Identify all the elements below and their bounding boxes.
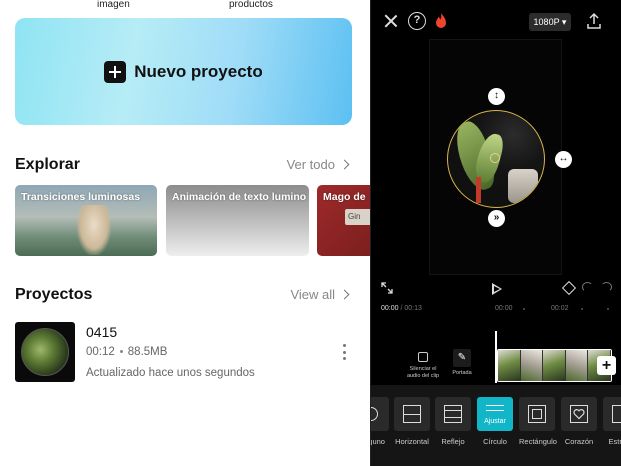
home-panel: imagen productos Nuevo proyecto Explorar… xyxy=(0,0,370,466)
mask-center-handle[interactable] xyxy=(490,153,500,163)
video-clip-track[interactable] xyxy=(497,349,612,382)
explore-card-text-animation[interactable]: Animación de texto lumino xyxy=(166,185,309,256)
project-meta: 00:12 88.5MB xyxy=(86,346,167,358)
project-name: 0415 xyxy=(86,324,118,340)
mask-option-circle[interactable]: Ajustar Círculo xyxy=(477,397,513,446)
mask-option-star[interactable]: Estrella xyxy=(603,397,621,446)
rectangle-mask-icon xyxy=(519,397,555,431)
resolution-button[interactable]: 1080P ▾ xyxy=(529,13,571,31)
none-icon xyxy=(371,397,389,431)
chevron-right-icon xyxy=(339,159,350,170)
card-thumbnail xyxy=(77,205,111,255)
more-options-icon[interactable] xyxy=(341,344,347,360)
mask-label: Ninguno xyxy=(371,437,385,446)
ruler-tick: 00:02 xyxy=(551,305,569,312)
shortcut-label-imagen[interactable]: imagen xyxy=(97,0,130,10)
ruler-dot xyxy=(607,308,609,310)
mask-option-horizontal[interactable]: Horizontal xyxy=(394,397,430,446)
mask-label: Horizontal xyxy=(395,437,429,446)
redo-icon[interactable] xyxy=(601,282,612,292)
adjust-icon: Ajustar xyxy=(477,397,513,431)
current-time: 00:00 xyxy=(381,305,399,312)
total-time: 00:13 xyxy=(404,305,422,312)
adjust-label: Ajustar xyxy=(484,418,506,425)
card-sign: Gin xyxy=(345,209,370,225)
horizontal-resize-handle-icon[interactable]: ↔ xyxy=(555,151,572,168)
project-size: 88.5MB xyxy=(127,346,168,358)
undo-icon[interactable] xyxy=(582,282,593,292)
explore-card-magic[interactable]: Mago de Gin xyxy=(317,185,370,256)
cover-icon: ✎ xyxy=(453,349,471,367)
mute-label: Silenciar el audio del clip xyxy=(406,366,440,379)
editor-panel: ? 1080P ▾ ↕ ↔ » 00:00 / 00:13 00:00 00:0… xyxy=(370,0,621,466)
vertical-resize-handle-icon[interactable]: ↕ xyxy=(488,88,505,105)
add-clip-button[interactable]: + xyxy=(597,356,616,375)
feather-handle-icon[interactable]: » xyxy=(488,210,505,227)
shortcut-label-productos[interactable]: productos xyxy=(229,0,273,10)
chevron-right-icon xyxy=(339,289,350,300)
mask-option-rectangle[interactable]: Rectángulo xyxy=(519,397,557,446)
view-all-label: View all xyxy=(290,287,335,302)
horizontal-mask-icon xyxy=(394,397,430,431)
mask-label: Círculo xyxy=(483,437,507,446)
video-preview[interactable]: ↕ ↔ » xyxy=(429,39,572,275)
mask-label: Estrella xyxy=(608,437,621,446)
star-mask-icon xyxy=(603,397,621,431)
mask-toolbar: Ninguno Horizontal Reflejo Ajustar Círc xyxy=(371,385,621,466)
mask-option-heart[interactable]: Corazón xyxy=(561,397,597,446)
card-title: Animación de texto lumino xyxy=(172,191,307,203)
plus-icon xyxy=(104,60,127,83)
export-icon[interactable] xyxy=(585,12,603,30)
timecode: 00:00 / 00:13 xyxy=(381,305,422,312)
project-item[interactable]: 0415 00:12 88.5MB Actualizado hace unos s… xyxy=(15,322,355,382)
cover-label: Portada xyxy=(452,370,472,376)
playhead[interactable] xyxy=(495,331,497,383)
mute-clip-audio-button[interactable]: Silenciar el audio del clip xyxy=(404,352,442,380)
view-all-link[interactable]: View all xyxy=(290,287,350,302)
explore-title: Explorar xyxy=(15,156,80,173)
keyframe-icon[interactable] xyxy=(561,280,577,296)
help-icon[interactable]: ? xyxy=(408,12,426,30)
close-icon[interactable] xyxy=(382,12,400,30)
mirror-mask-icon xyxy=(435,397,471,431)
mask-label: Corazón xyxy=(564,437,594,446)
cover-button[interactable]: ✎ Portada xyxy=(447,349,477,377)
speaker-icon xyxy=(418,352,428,362)
new-project-label: Nuevo proyecto xyxy=(134,61,263,81)
play-icon[interactable] xyxy=(492,283,502,295)
mask-option-mirror[interactable]: Reflejo xyxy=(435,397,471,446)
project-thumbnail xyxy=(15,322,75,382)
project-updated: Actualizado hace unos segundos xyxy=(86,367,255,379)
fullscreen-icon[interactable] xyxy=(381,282,393,294)
see-all-label: Ver todo xyxy=(286,157,335,172)
ruler-dot xyxy=(581,308,583,310)
ruler-dot xyxy=(523,308,525,310)
project-duration: 00:12 xyxy=(86,346,115,358)
fire-icon[interactable] xyxy=(432,12,450,30)
circle-mask[interactable] xyxy=(447,110,545,208)
mask-label: Rectángulo xyxy=(519,437,557,446)
projects-title: Proyectos xyxy=(15,286,93,303)
mask-option-none[interactable]: Ninguno xyxy=(371,397,389,446)
explore-card-transitions[interactable]: Transiciones luminosas xyxy=(15,185,157,256)
new-project-button[interactable]: Nuevo proyecto xyxy=(15,18,352,125)
card-title: Transiciones luminosas xyxy=(21,191,141,203)
ruler-tick: 00:00 xyxy=(495,305,513,312)
resolution-label: 1080P xyxy=(533,17,560,27)
heart-mask-icon xyxy=(561,397,597,431)
see-all-link[interactable]: Ver todo xyxy=(286,157,350,172)
mask-label: Reflejo xyxy=(441,437,465,446)
card-title: Mago de xyxy=(323,191,366,203)
